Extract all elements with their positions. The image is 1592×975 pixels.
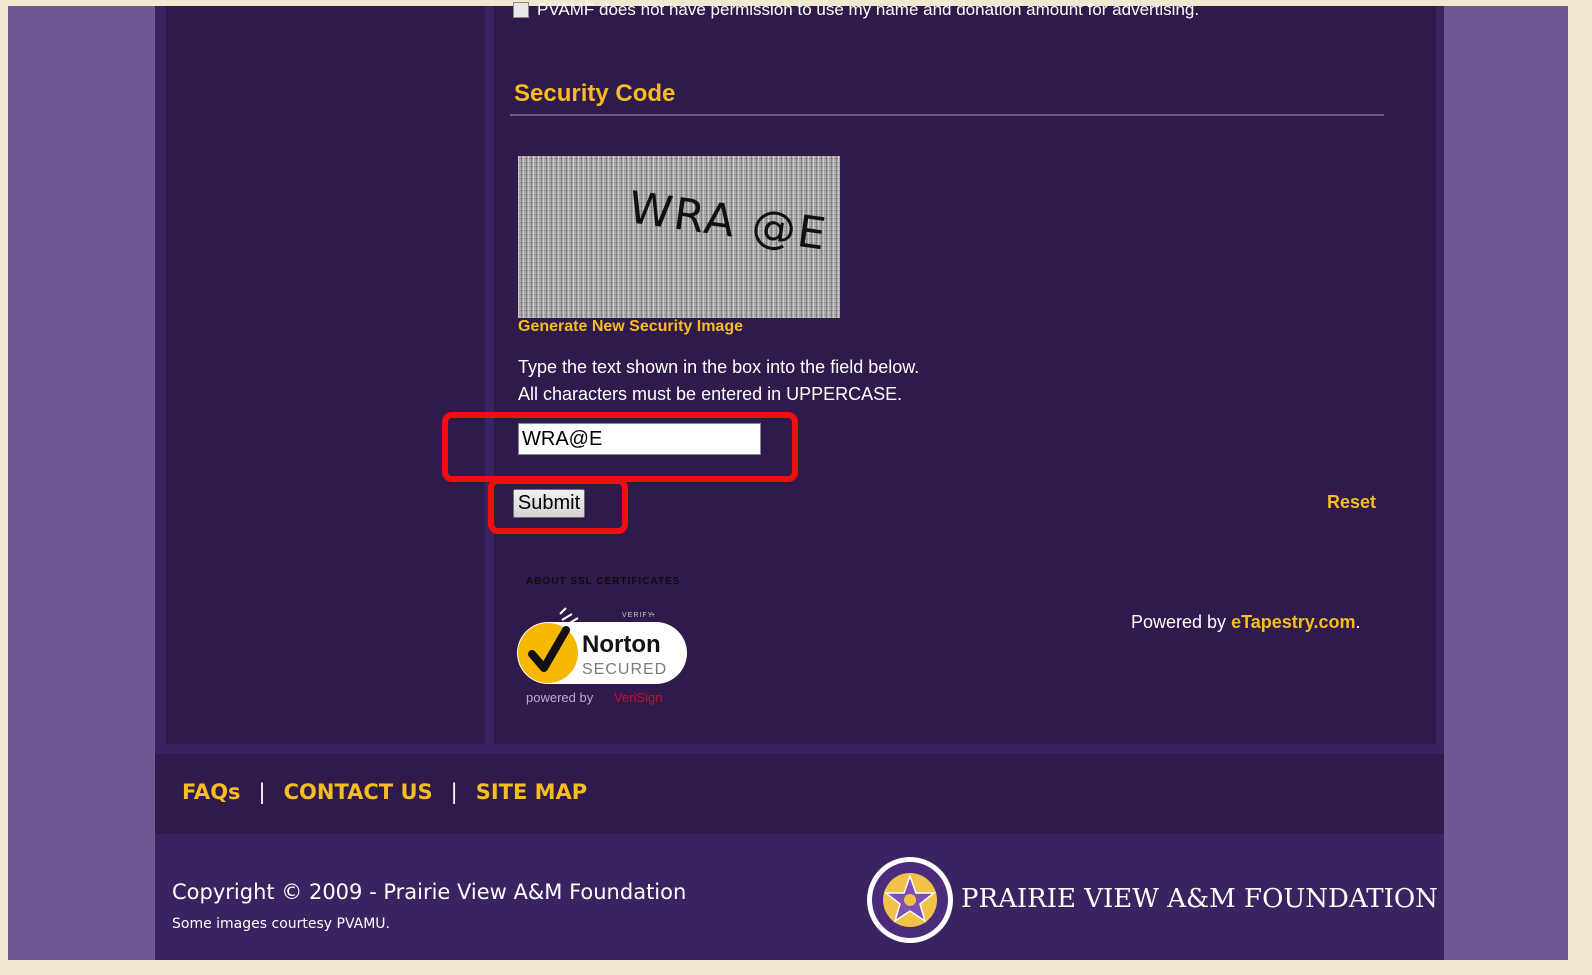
- instruction-line-2: All characters must be entered in UPPERC…: [518, 384, 903, 404]
- donation-form-panel: PVAMF does not have permission to use my…: [442, 0, 1436, 744]
- instruction-line-1: Type the text shown in the box into the …: [518, 357, 920, 377]
- heading-divider: [510, 114, 1384, 116]
- sparkle-icon: [559, 607, 579, 625]
- badge-powered-by: powered by: [526, 690, 594, 705]
- submit-highlight-box: [488, 478, 628, 534]
- badge-verify: VERIFY: [622, 612, 653, 619]
- powered-by-line: Powered by eTapestry.com.: [1131, 612, 1360, 633]
- input-highlight-box: [442, 412, 798, 482]
- ssl-certificates-link[interactable]: ABOUT SSL CERTIFICATES: [526, 576, 680, 587]
- footer-nav-bar: FAQs | CONTACT US | SITE MAP: [155, 754, 1444, 834]
- footer-nav: FAQs | CONTACT US | SITE MAP: [182, 780, 587, 804]
- captcha-text: WRA @E: [625, 182, 831, 261]
- badge-secured: SECURED: [582, 661, 667, 678]
- image-courtesy-text: Some images courtesy PVAMU.: [172, 916, 391, 932]
- foundation-seal-logo: [865, 855, 955, 945]
- powered-by-prefix: Powered by: [1131, 612, 1227, 632]
- contact-us-link[interactable]: CONTACT US: [284, 780, 433, 804]
- nav-separator: |: [258, 780, 266, 804]
- permission-option[interactable]: PVAMF does not have permission to use my…: [513, 0, 1199, 20]
- permission-label: PVAMF does not have permission to use my…: [537, 0, 1200, 19]
- etapestry-link[interactable]: eTapestry.com: [1231, 612, 1355, 632]
- badge-verify-plus: +: [651, 612, 655, 619]
- security-code-heading: Security Code: [514, 80, 676, 107]
- browser-viewport: PVAMF does not have permission to use my…: [8, 0, 1568, 960]
- reset-link[interactable]: Reset: [1327, 492, 1376, 513]
- site-map-link[interactable]: SITE MAP: [476, 780, 587, 804]
- permission-checkbox[interactable]: [513, 2, 529, 18]
- page-container: PVAMF does not have permission to use my…: [155, 0, 1444, 960]
- copyright-text: Copyright © 2009 - Prairie View A&M Foun…: [172, 880, 687, 904]
- left-sidebar: [166, 6, 485, 744]
- generate-new-image-link[interactable]: Generate New Security Image: [518, 318, 743, 336]
- faqs-link[interactable]: FAQs: [182, 780, 241, 804]
- powered-by-suffix: .: [1355, 612, 1361, 632]
- foundation-name: PRAIRIE VIEW A&M FOUNDATION: [961, 884, 1438, 914]
- norton-secured-badge[interactable]: VERIFY + Norton SECURED powered by VeriS…: [514, 602, 690, 706]
- badge-brand: Norton: [582, 631, 661, 658]
- badge-verisign: VeriSign: [614, 690, 662, 705]
- captcha-image: WRA @E: [518, 156, 840, 318]
- nav-separator: |: [450, 780, 458, 804]
